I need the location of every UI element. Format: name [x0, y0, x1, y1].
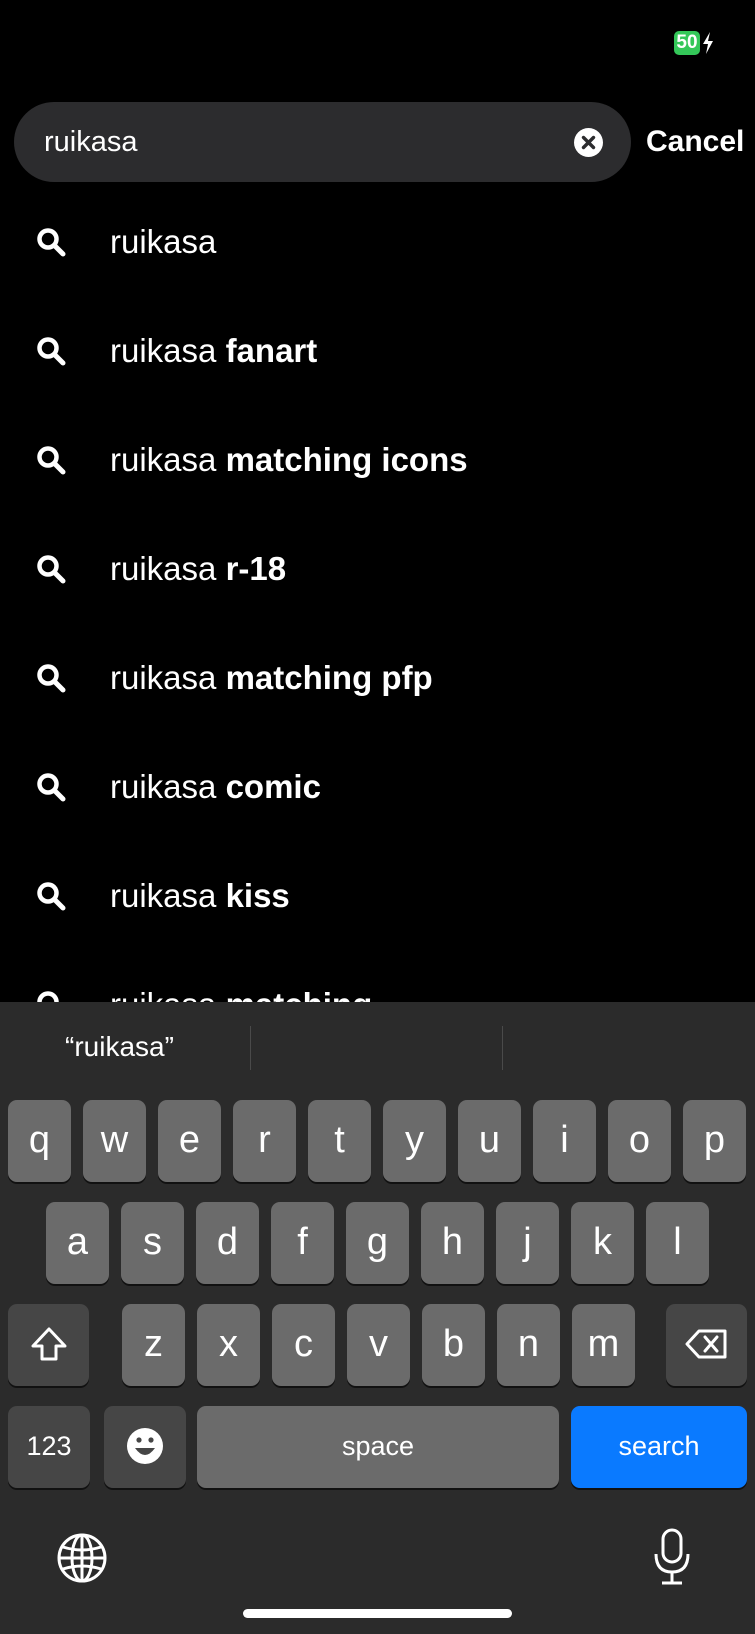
space-key[interactable]: space [197, 1406, 559, 1488]
key-k[interactable]: k [571, 1202, 634, 1284]
suggestion-text: ruikasa comic [110, 768, 321, 806]
suggestion-text: ruikasa fanart [110, 332, 317, 370]
search-icon [37, 663, 66, 692]
key-d[interactable]: d [196, 1202, 259, 1284]
battery-level: 50 [674, 31, 700, 55]
key-z[interactable]: z [122, 1304, 185, 1386]
suggestion-item[interactable]: ruikasa kiss [0, 841, 755, 950]
suggestion-suffix: kiss [225, 876, 290, 914]
suggestion-text: ruikasa matching icons [110, 441, 468, 479]
suggestion-list: ruikasa ruikasa fanart ruikasa matching ic… [0, 187, 755, 1002]
key-r[interactable]: r [233, 1100, 296, 1182]
home-indicator [243, 1609, 512, 1618]
key-p[interactable]: p [683, 1100, 746, 1182]
key-q[interactable]: q [8, 1100, 71, 1182]
key-u[interactable]: u [458, 1100, 521, 1182]
key-i[interactable]: i [533, 1100, 596, 1182]
prediction-divider [250, 1026, 251, 1070]
key-x[interactable]: x [197, 1304, 260, 1386]
suggestion-prefix: ruikasa [110, 222, 217, 260]
key-n[interactable]: n [497, 1304, 560, 1386]
prediction-divider [502, 1026, 503, 1070]
key-t[interactable]: t [308, 1100, 371, 1182]
suggestion-suffix: comic [225, 767, 321, 805]
prediction-suggestion[interactable]: “ruikasa” [65, 1002, 174, 1092]
clear-search-button[interactable] [574, 128, 603, 157]
suggestion-item[interactable]: ruikasa [0, 187, 755, 296]
cancel-button[interactable]: Cancel [646, 102, 744, 182]
suggestion-item[interactable]: ruikasa matching pfp [0, 623, 755, 732]
battery-indicator: 50 [674, 30, 718, 56]
key-j[interactable]: j [496, 1202, 559, 1284]
suggestion-text: ruikasa matching pfp [110, 659, 433, 697]
suggestion-prefix: ruikasa [110, 549, 217, 587]
search-icon [37, 227, 66, 256]
suggestion-prefix: ruikasa [110, 440, 217, 478]
key-w[interactable]: w [83, 1100, 146, 1182]
key-a[interactable]: a [46, 1202, 109, 1284]
suggestion-suffix: fanart [225, 331, 318, 369]
suggestion-item[interactable]: ruikasa matching icons [0, 405, 755, 514]
key-m[interactable]: m [572, 1304, 635, 1386]
clear-x-icon [581, 135, 596, 150]
shift-key[interactable] [8, 1304, 89, 1386]
search-icon [37, 881, 66, 910]
microphone-icon[interactable] [652, 1528, 692, 1586]
delete-key[interactable] [666, 1304, 747, 1386]
search-icon [37, 554, 66, 583]
search-key[interactable]: search [571, 1406, 747, 1488]
charging-bolt-icon [703, 32, 713, 54]
key-s[interactable]: s [121, 1202, 184, 1284]
suggestion-prefix: ruikasa [110, 331, 217, 369]
shift-icon [31, 1327, 66, 1361]
key-y[interactable]: y [383, 1100, 446, 1182]
globe-icon[interactable] [56, 1532, 108, 1584]
suggestion-text: ruikasa kiss [110, 877, 290, 915]
search-input[interactable]: ruikasa [14, 102, 631, 182]
key-c[interactable]: c [272, 1304, 335, 1386]
suggestion-text: ruikasa matching [110, 986, 372, 1003]
keyboard: “ruikasa” 123 space search qwertyuiop asd [0, 1002, 755, 1634]
search-icon [37, 990, 59, 1002]
key-l[interactable]: l [646, 1202, 709, 1284]
suggestion-item[interactable]: ruikasa matching [0, 950, 755, 1002]
suggestion-item[interactable]: ruikasa comic [0, 732, 755, 841]
search-query-text[interactable]: ruikasa [44, 102, 138, 182]
suggestion-suffix: r-18 [225, 549, 287, 587]
suggestion-suffix: matching icons [225, 440, 468, 478]
suggestion-prefix: ruikasa [110, 767, 217, 805]
suggestion-item[interactable]: ruikasa fanart [0, 296, 755, 405]
suggestion-prefix: ruikasa [110, 986, 216, 1003]
emoji-key[interactable] [104, 1406, 186, 1488]
backspace-icon [685, 1329, 726, 1359]
key-g[interactable]: g [346, 1202, 409, 1284]
key-e[interactable]: e [158, 1100, 221, 1182]
search-icon [37, 336, 66, 365]
search-icon [37, 772, 66, 801]
emoji-icon [127, 1428, 163, 1464]
suggestion-text: ruikasa r-18 [110, 550, 286, 588]
suggestion-text: ruikasa [110, 223, 216, 261]
key-v[interactable]: v [347, 1304, 410, 1386]
key-h[interactable]: h [421, 1202, 484, 1284]
suggestion-suffix: matching [226, 986, 373, 1003]
search-icon [37, 445, 66, 474]
suggestion-suffix: matching pfp [225, 658, 433, 696]
suggestion-item[interactable]: ruikasa r-18 [0, 514, 755, 623]
key-o[interactable]: o [608, 1100, 671, 1182]
suggestion-prefix: ruikasa [110, 658, 217, 696]
key-b[interactable]: b [422, 1304, 485, 1386]
key-f[interactable]: f [271, 1202, 334, 1284]
numbers-key[interactable]: 123 [8, 1406, 90, 1488]
suggestion-prefix: ruikasa [110, 876, 217, 914]
search-screen: 50 ruikasa Cancel ruikasa ruikasa fanart r… [0, 0, 755, 1634]
